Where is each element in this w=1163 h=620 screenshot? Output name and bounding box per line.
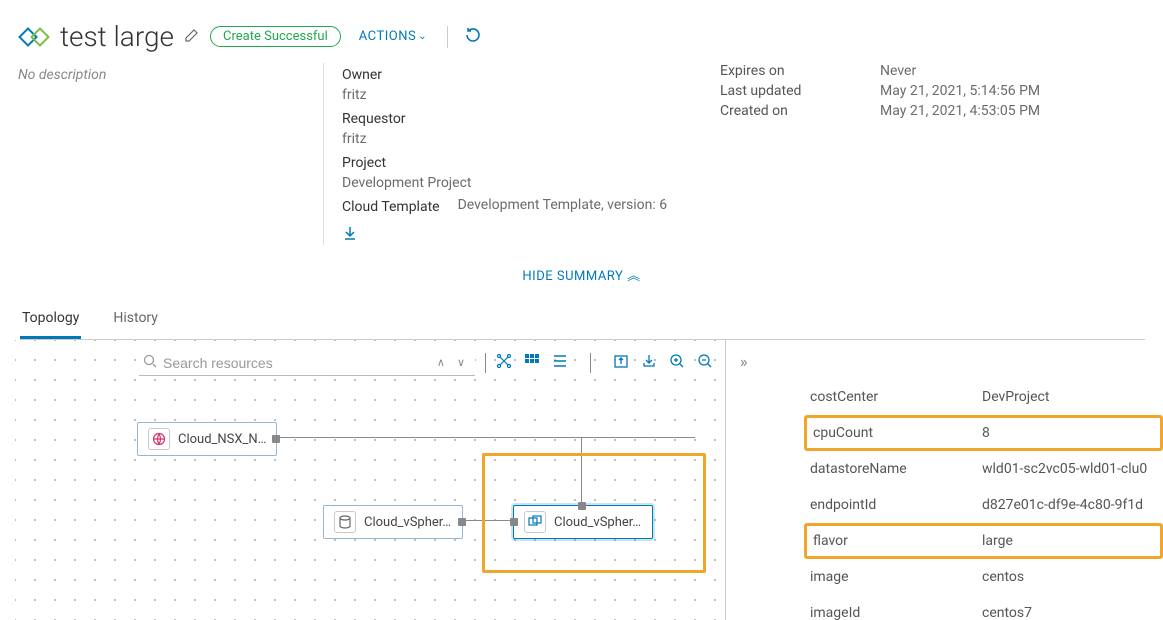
- property-value: large: [982, 533, 1013, 549]
- property-key: costCenter: [810, 389, 982, 405]
- property-key: cpuCount: [813, 425, 982, 441]
- search-icon: [143, 354, 157, 372]
- node-label: Cloud_NSX_N…: [178, 432, 266, 447]
- details-panel: » costCenterDevProjectcpuCount8datastore…: [725, 340, 1163, 620]
- property-value: centos: [982, 569, 1024, 585]
- property-key: endpointId: [810, 497, 982, 513]
- project-label: Project: [342, 151, 720, 171]
- vm-icon: [524, 511, 546, 533]
- list-view-icon[interactable]: [552, 353, 568, 373]
- chevron-down-icon: ⌄: [418, 31, 427, 42]
- node-vm[interactable]: Cloud_vSpher…: [513, 505, 653, 539]
- page-title: test large: [60, 20, 174, 53]
- chevron-up-icon: ︽: [627, 269, 641, 284]
- created-label: Created on: [720, 103, 880, 119]
- zoom-out-icon[interactable]: [697, 353, 713, 373]
- updated-label: Last updated: [720, 83, 880, 99]
- collapse-panel-icon[interactable]: »: [740, 352, 1163, 371]
- property-row-cpuCount: cpuCount8: [804, 415, 1163, 451]
- edit-icon[interactable]: [184, 27, 200, 47]
- grid-view-icon[interactable]: [524, 353, 540, 373]
- requestor-value: fritz: [342, 131, 720, 147]
- separator: [485, 353, 486, 373]
- datastore-icon: [334, 511, 356, 533]
- download-icon[interactable]: [342, 225, 720, 245]
- property-row-image: imagecentos: [810, 559, 1163, 595]
- property-key: image: [810, 569, 982, 585]
- node-nsx[interactable]: Cloud_NSX_N…: [137, 422, 277, 456]
- tab-history[interactable]: History: [111, 302, 160, 339]
- network-icon: [148, 428, 170, 450]
- actions-dropdown[interactable]: ACTIONS ⌄: [359, 29, 427, 44]
- search-next-icon[interactable]: ∨: [451, 356, 471, 369]
- property-value: 8: [982, 425, 990, 441]
- node-label: Cloud_vSpher…: [554, 515, 641, 530]
- property-row-endpointId: endpointIdd827e01c-df9e-4c80-9f1d: [810, 487, 1163, 523]
- cloud-template-label: Cloud Template: [342, 195, 440, 215]
- node-datastore[interactable]: Cloud_vSpher…: [323, 505, 463, 539]
- property-key: flavor: [813, 533, 982, 549]
- topology-canvas[interactable]: ∧ ∨ Cloud_NSX_N…: [15, 340, 725, 620]
- property-row-datastoreName: datastoreNamewld01-sc2vc05-wld01-clu0: [810, 451, 1163, 487]
- property-row-flavor: flavorlarge: [804, 523, 1163, 559]
- updated-value: May 21, 2021, 5:14:56 PM: [880, 83, 1040, 99]
- property-value: d827e01c-df9e-4c80-9f1d: [982, 497, 1143, 513]
- cloud-template-value: Development Template, version: 6: [458, 197, 668, 213]
- divider: [323, 63, 324, 245]
- deployment-logo-icon: [18, 21, 50, 53]
- node-label: Cloud_vSpher…: [364, 515, 451, 530]
- expires-label: Expires on: [720, 63, 880, 79]
- export-up-icon[interactable]: [613, 353, 629, 373]
- property-value: wld01-sc2vc05-wld01-clu0: [982, 461, 1147, 477]
- requestor-label: Requestor: [342, 107, 720, 127]
- hide-summary-label: HIDE SUMMARY: [522, 269, 623, 284]
- search-input[interactable]: [163, 355, 431, 371]
- property-key: datastoreName: [810, 461, 982, 477]
- property-row-costCenter: costCenterDevProject: [810, 379, 1163, 415]
- description-text: No description: [18, 63, 323, 245]
- graph-view-icon[interactable]: [496, 353, 512, 373]
- owner-label: Owner: [342, 63, 720, 83]
- edge: [275, 437, 695, 438]
- separator: [447, 26, 448, 48]
- property-value: DevProject: [982, 389, 1049, 405]
- expires-value: Never: [880, 63, 916, 79]
- search-bar: ∧ ∨: [139, 351, 475, 376]
- hide-summary-toggle[interactable]: HIDE SUMMARY ︽: [0, 255, 1163, 302]
- owner-value: fritz: [342, 87, 720, 103]
- property-row-imageId: imageIdcentos7: [810, 595, 1163, 620]
- actions-label: ACTIONS: [359, 29, 416, 44]
- tab-topology[interactable]: Topology: [20, 302, 81, 339]
- zoom-in-icon[interactable]: [669, 353, 685, 373]
- search-prev-icon[interactable]: ∧: [431, 356, 451, 369]
- created-value: May 21, 2021, 4:53:05 PM: [880, 103, 1040, 119]
- import-down-icon[interactable]: [641, 353, 657, 373]
- separator: [590, 353, 591, 373]
- refresh-icon[interactable]: [464, 26, 482, 48]
- status-badge: Create Successful: [210, 26, 341, 47]
- project-value: Development Project: [342, 175, 720, 191]
